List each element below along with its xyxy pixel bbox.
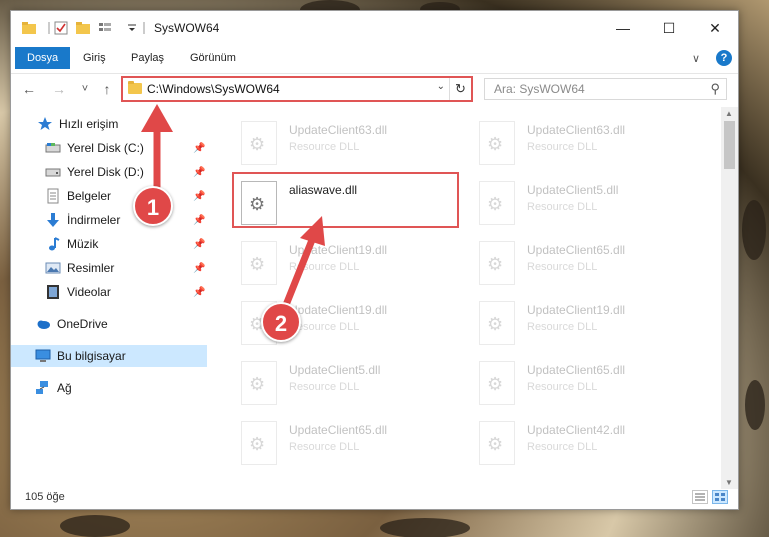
arrow-2 [280, 216, 325, 312]
arrow-1 [141, 104, 173, 195]
step-badge-2: 2 [261, 302, 301, 342]
annotation-arrows [141, 104, 325, 312]
step-badge-1: 1 [133, 186, 173, 226]
